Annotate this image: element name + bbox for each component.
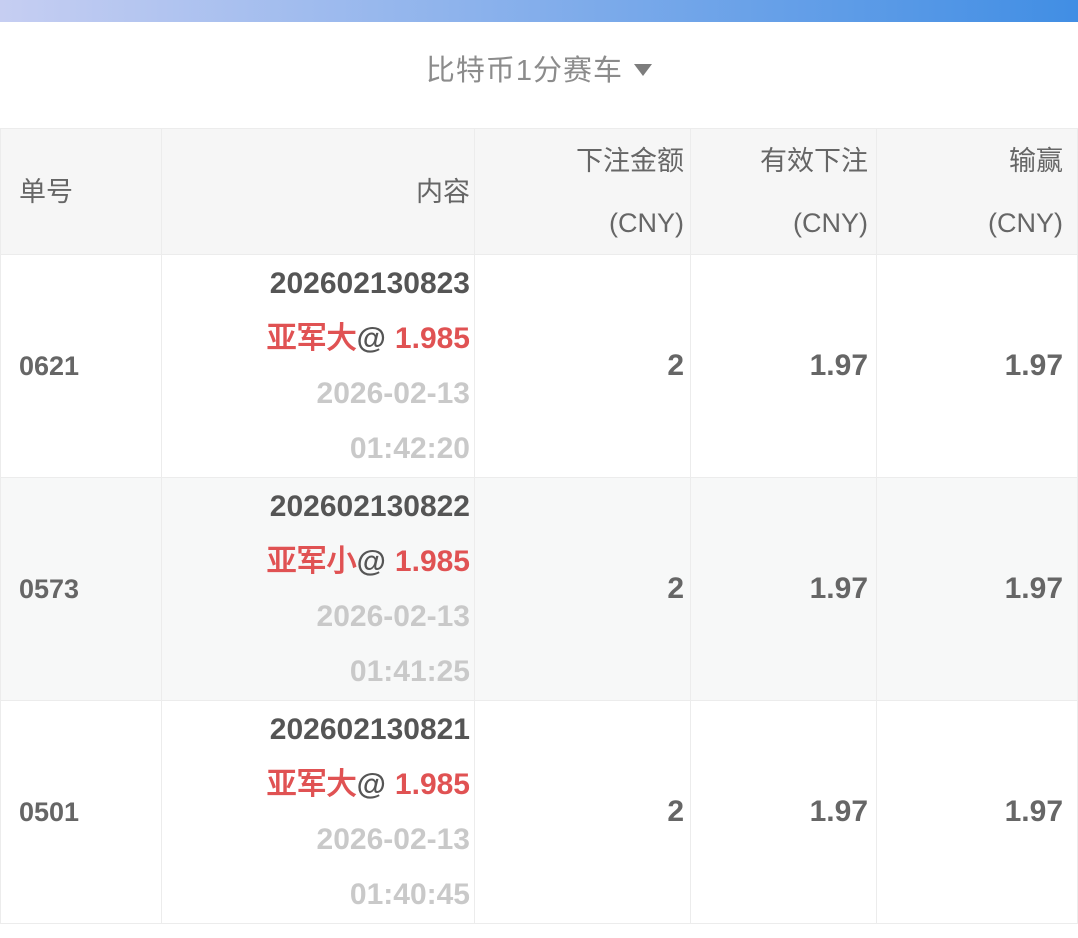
bet-option: 亚军大: [267, 768, 357, 801]
valid-bet: 1.97: [810, 572, 868, 606]
period-number: 202602130821: [270, 702, 470, 757]
column-header-win-loss: 输赢 (CNY): [877, 129, 1077, 254]
valid-bet-cell: 1.97: [691, 255, 877, 477]
column-unit: (CNY): [609, 192, 684, 254]
table-header-row: 单号 内容 下注金额 (CNY) 有效下注 (CNY) 输赢 (CNY): [1, 129, 1077, 255]
bet-option: 亚军大: [267, 322, 357, 355]
table-row: 0501 202602130821 亚军大@1.985 2026-02-13 0…: [1, 701, 1077, 924]
order-no: 0573: [19, 574, 79, 605]
order-no-cell: 0621: [1, 255, 162, 477]
bet-amount: 2: [667, 349, 684, 383]
at-symbol: @: [357, 322, 386, 355]
valid-bet-cell: 1.97: [691, 701, 877, 923]
column-header-content: 内容: [162, 129, 475, 254]
win-loss-cell: 1.97: [877, 701, 1077, 923]
order-no-cell: 0501: [1, 701, 162, 923]
app: 比特币1分赛车 单号 内容 下注金额 (CNY) 有效下注 (CNY) 输赢 (…: [0, 0, 1078, 924]
column-label: 输赢: [1009, 130, 1063, 192]
bet-date: 2026-02-13: [317, 366, 470, 421]
win-loss: 1.97: [1005, 349, 1063, 383]
column-unit: (CNY): [988, 192, 1063, 254]
bet-time: 01:41:25: [350, 644, 470, 699]
valid-bet: 1.97: [810, 349, 868, 383]
bet-date: 2026-02-13: [317, 812, 470, 867]
bet-content-cell: 202602130822 亚军小@1.985 2026-02-13 01:41:…: [162, 478, 475, 700]
win-loss-cell: 1.97: [877, 255, 1077, 477]
table-row: 0621 202602130823 亚军大@1.985 2026-02-13 0…: [1, 255, 1077, 478]
bet-selection: 亚军大@1.985: [267, 311, 470, 366]
bet-selection: 亚军小@1.985: [267, 534, 470, 589]
table-row: 0573 202602130822 亚军小@1.985 2026-02-13 0…: [1, 478, 1077, 701]
game-selector[interactable]: 比特币1分赛车: [426, 47, 652, 89]
valid-bet: 1.97: [810, 795, 868, 829]
bet-odds: 1.985: [395, 768, 470, 801]
bet-odds: 1.985: [395, 322, 470, 355]
column-header-bet-amount: 下注金额 (CNY): [475, 129, 691, 254]
column-label: 单号: [19, 161, 73, 223]
period-number: 202602130823: [270, 256, 470, 311]
period-number: 202602130822: [270, 479, 470, 534]
bet-time: 01:40:45: [350, 867, 470, 922]
column-label: 内容: [416, 161, 470, 223]
bet-odds: 1.985: [395, 545, 470, 578]
bet-option: 亚军小: [267, 545, 357, 578]
order-no: 0621: [19, 351, 79, 382]
bet-time: 01:42:20: [350, 421, 470, 476]
title-bar: 比特币1分赛车: [0, 22, 1078, 128]
column-label: 有效下注: [760, 130, 868, 192]
bet-amount-cell: 2: [475, 255, 691, 477]
column-header-valid-bet: 有效下注 (CNY): [691, 129, 877, 254]
at-symbol: @: [357, 545, 386, 578]
bet-content-cell: 202602130823 亚军大@1.985 2026-02-13 01:42:…: [162, 255, 475, 477]
column-header-order-no: 单号: [1, 129, 162, 254]
order-no-cell: 0573: [1, 478, 162, 700]
bet-amount: 2: [667, 572, 684, 606]
valid-bet-cell: 1.97: [691, 478, 877, 700]
dropdown-arrow-icon: [634, 64, 652, 76]
bet-amount: 2: [667, 795, 684, 829]
order-no: 0501: [19, 797, 79, 828]
win-loss: 1.97: [1005, 572, 1063, 606]
column-label: 下注金额: [576, 130, 684, 192]
game-title: 比特币1分赛车: [426, 47, 623, 89]
bet-date: 2026-02-13: [317, 589, 470, 644]
bet-selection: 亚军大@1.985: [267, 757, 470, 812]
bet-amount-cell: 2: [475, 701, 691, 923]
win-loss-cell: 1.97: [877, 478, 1077, 700]
bet-content-cell: 202602130821 亚军大@1.985 2026-02-13 01:40:…: [162, 701, 475, 923]
top-gradient-bar: [0, 0, 1078, 22]
win-loss: 1.97: [1005, 795, 1063, 829]
bet-records-table: 单号 内容 下注金额 (CNY) 有效下注 (CNY) 输赢 (CNY) 062…: [0, 128, 1078, 924]
bet-amount-cell: 2: [475, 478, 691, 700]
column-unit: (CNY): [793, 192, 868, 254]
at-symbol: @: [357, 768, 386, 801]
